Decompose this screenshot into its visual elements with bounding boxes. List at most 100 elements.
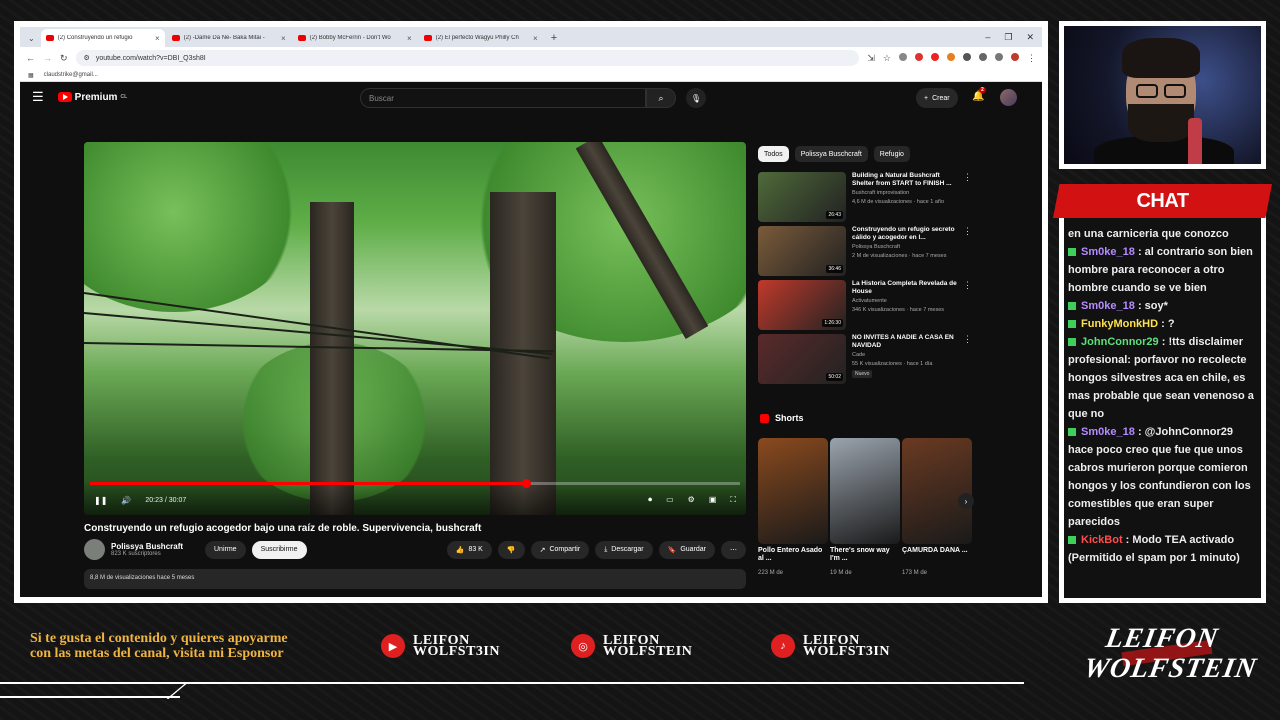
chat-username[interactable]: KickBot [1078,534,1123,546]
restore-icon[interactable]: ❐ [1004,32,1012,43]
more-options-icon[interactable]: ⋮ [963,280,972,330]
tab-baka-mitai[interactable]: (2) -Dame Da Ne- Baka Mitai - × [167,29,291,47]
scrubber-handle[interactable] [521,479,531,488]
video-thumbnail[interactable]: 50:02 [758,334,846,384]
search-button[interactable]: ⌕ [646,88,676,108]
reload-icon[interactable]: ↻ [60,53,68,64]
chat-username[interactable]: Sm0ke_18 [1078,426,1135,438]
channel-name[interactable]: Polissya Bushcraft [111,542,199,551]
extension-icon[interactable] [947,52,955,61]
save-button[interactable]: 🔖 Guardar [658,540,715,559]
social-tiktok[interactable]: ♪ LEIFON WOLFST3IN [771,634,890,659]
chat-username[interactable]: Sm0ke_18 [1078,246,1135,258]
rec-channel[interactable]: Bushcraft improvisation [852,190,957,197]
account-avatar[interactable] [1000,89,1017,106]
description-box[interactable]: 8,8 M de visualizaciones hace 5 meses [84,569,746,589]
rec-channel[interactable]: Activatumente [852,298,957,305]
forward-icon[interactable]: → [43,53,52,63]
rec-title[interactable]: NO INVITES A NADIE A CASA EN NAVIDAD [852,334,957,350]
tab-construyendo[interactable]: (2) Construyendo un refugio × [40,29,165,47]
more-options-icon[interactable]: ⋮ [963,334,972,384]
social-youtube[interactable]: ▶ LEIFON WOLFST3IN [381,634,500,659]
video-thumbnail[interactable]: 1:26:30 [758,280,846,330]
install-icon[interactable]: ⇲ [867,53,875,64]
create-button[interactable]: + Crear [916,88,958,108]
extension-icon[interactable] [995,52,1003,61]
tab-wagyu[interactable]: (2) El perfecto Wagyu Philly Ch × [419,29,543,47]
new-tab-button[interactable]: + [545,32,563,47]
bookmark-gmail[interactable]: claudstrike@gmail... [44,72,98,78]
short-title[interactable]: ÇAMURDA DANA ... [902,547,972,555]
share-button[interactable]: ↗ Compartir [530,540,590,559]
like-button[interactable]: 👍 83 K [446,540,492,559]
short-thumbnail[interactable] [902,438,972,544]
voice-search-button[interactable]: 🎙 [686,88,706,108]
chat-username[interactable]: FunkyMonkHD [1078,318,1158,330]
bookmark-star-icon[interactable]: ☆ [883,53,891,64]
close-window-icon[interactable]: ✕ [1026,32,1034,43]
rec-title[interactable]: Construyendo un refugio secreto cálido y… [852,226,957,242]
youtube-premium-logo[interactable]: Premium CL [57,92,127,103]
url-field[interactable]: ⚙ youtube.com/watch?v=DBI_Q3sh8I [75,50,860,66]
search-input[interactable]: Buscar [360,88,646,108]
apps-grid-icon[interactable]: ▦ [28,72,34,79]
close-tab-icon[interactable]: × [407,34,412,43]
notifications-button[interactable]: 🔔 2 [972,87,986,102]
settings-gear-icon[interactable]: ⚙ [688,495,695,505]
recommended-video[interactable]: 26:43 Building a Natural Bushcraft Shelt… [758,172,972,222]
shorts-next-button[interactable]: › [958,493,974,509]
fullscreen-icon[interactable]: ⛶ [730,495,736,505]
chip-todos[interactable]: Todos [758,146,789,162]
chat-username[interactable]: JohnConnor29 [1078,336,1159,348]
more-options-icon[interactable]: ⋮ [963,226,972,276]
short-title[interactable]: Pollo Entero Asado al ... [758,547,828,564]
recommended-video[interactable]: 50:02 NO INVITES A NADIE A CASA EN NAVID… [758,334,972,384]
short-thumbnail[interactable] [758,438,828,544]
chat-inner: en una carniceria que conozco Sm0ke_18 :… [1064,186,1261,598]
autoplay-toggle-icon[interactable]: ⏺ [648,495,652,505]
video-player[interactable]: ❚❚ 🔊 20:23 / 30:07 ⏺ ▭ ⚙ ▣ ⛶ [84,142,746,515]
extension-icon[interactable] [979,52,987,61]
volume-icon[interactable]: 🔊 [121,496,131,505]
video-thumbnail[interactable]: 36:46 [758,226,846,276]
chip-channel[interactable]: Polissya Buschcraft [794,146,868,162]
close-tab-icon[interactable]: × [155,34,160,43]
rec-channel[interactable]: Polissya Buschcraft [852,244,957,251]
recommended-video[interactable]: 1:26:30 La Historia Completa Revelada de… [758,280,972,330]
pause-icon[interactable]: ❚❚ [94,496,107,505]
extension-icon[interactable] [915,52,923,61]
miniplayer-icon[interactable]: ▣ [709,495,717,505]
extension-icon[interactable] [963,52,971,61]
site-info-icon[interactable]: ⚙ [84,54,90,62]
social-instagram[interactable]: ◎ LEIFON WOLFSTEIN [571,634,692,659]
hamburger-menu-icon[interactable]: ☰ [32,89,44,105]
extension-icon[interactable] [899,52,907,61]
download-button[interactable]: ⤓ Descargar [595,540,653,559]
subscribe-button[interactable]: Suscribirme [251,540,307,559]
profile-icon[interactable] [1011,52,1019,61]
dislike-button[interactable]: 👎 [497,540,525,559]
recommended-video[interactable]: 36:46 Construyendo un refugio secreto cá… [758,226,972,276]
close-tab-icon[interactable]: × [533,34,538,43]
minimize-icon[interactable]: – [985,32,990,43]
join-button[interactable]: Unirme [205,540,246,559]
close-tab-icon[interactable]: × [281,34,286,43]
channel-avatar[interactable] [84,539,105,560]
short-title[interactable]: There's snow way I'm ... [830,547,900,564]
browser-menu-icon[interactable]: ⋮ [1027,53,1036,64]
rec-title[interactable]: La Historia Completa Revelada de House [852,280,957,296]
progress-bar[interactable] [90,479,740,488]
subtitles-icon[interactable]: ▭ [666,495,674,505]
tab-list-chevron-icon[interactable]: ⌄ [24,34,39,47]
chip-refugio[interactable]: Refugio [873,146,910,162]
more-actions-button[interactable]: ⋯ [721,540,746,559]
rec-title[interactable]: Building a Natural Bushcraft Shelter fro… [852,172,957,188]
tab-bobby-mcferrin[interactable]: (2) Bobby McFerrin - Don't Wo × [293,29,417,47]
back-icon[interactable]: ← [26,53,35,63]
video-thumbnail[interactable]: 26:43 [758,172,846,222]
extension-icon[interactable] [931,52,939,61]
short-thumbnail[interactable] [830,438,900,544]
rec-channel[interactable]: Cade [852,352,957,359]
more-options-icon[interactable]: ⋮ [963,172,972,222]
chat-username[interactable]: Sm0ke_18 [1078,300,1135,312]
